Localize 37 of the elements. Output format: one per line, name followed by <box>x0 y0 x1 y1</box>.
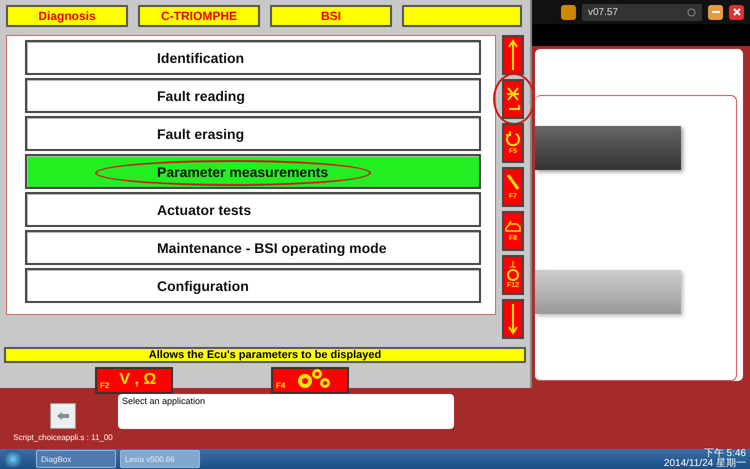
close-icon <box>732 8 740 16</box>
side-button[interactable] <box>502 79 524 119</box>
car-icon <box>505 219 521 235</box>
taskbar-item[interactable]: DiagBox <box>36 450 116 468</box>
clock-time: 下午 5:46 <box>704 449 746 459</box>
circular-arrow-icon <box>506 130 520 148</box>
side-button[interactable] <box>502 299 524 339</box>
down-arrow-icon <box>508 303 518 335</box>
header-tab[interactable]: Diagnosis <box>6 5 128 27</box>
power-icon <box>687 8 696 16</box>
function-key-button[interactable]: F4 <box>271 367 349 394</box>
minimize-button[interactable] <box>708 4 723 20</box>
script-label: Script_choiceappli.s : 11_00 <box>13 433 113 442</box>
menu-item[interactable]: Fault reading <box>25 78 481 113</box>
function-key-button[interactable]: F2 V , Ω <box>95 367 173 394</box>
menu-item[interactable]: Configuration <box>25 268 481 303</box>
back-arrow-icon <box>56 411 70 421</box>
menu-item[interactable]: Parameter measurements <box>25 154 481 189</box>
menu-item[interactable]: Identification <box>25 40 481 75</box>
header-tab[interactable]: C-TRIOMPHE <box>138 5 260 27</box>
side-button[interactable] <box>502 35 524 75</box>
start-button[interactable] <box>4 450 22 468</box>
menu-item[interactable]: Fault erasing <box>25 116 481 151</box>
version-field: v07.57 <box>582 4 702 20</box>
menu-item[interactable]: Actuator tests <box>25 192 481 227</box>
asterisk-enter-icon <box>506 85 520 113</box>
minimize-icon <box>712 11 720 13</box>
application-field[interactable]: Select an application <box>118 394 454 429</box>
close-button[interactable] <box>729 4 744 20</box>
menu-item[interactable]: Maintenance - BSI operating mode <box>25 230 481 265</box>
taskbar-item[interactable]: Lexia v500.66 <box>120 450 200 468</box>
clock-date: 2014/11/24 星期一 <box>664 459 746 469</box>
header-tab[interactable]: BSI <box>270 5 392 27</box>
status-message: Allows the Ecu's parameters to be displayed <box>4 347 526 363</box>
wrench-icon <box>506 173 520 193</box>
up-arrow-icon <box>508 39 518 71</box>
back-button[interactable] <box>50 403 76 429</box>
